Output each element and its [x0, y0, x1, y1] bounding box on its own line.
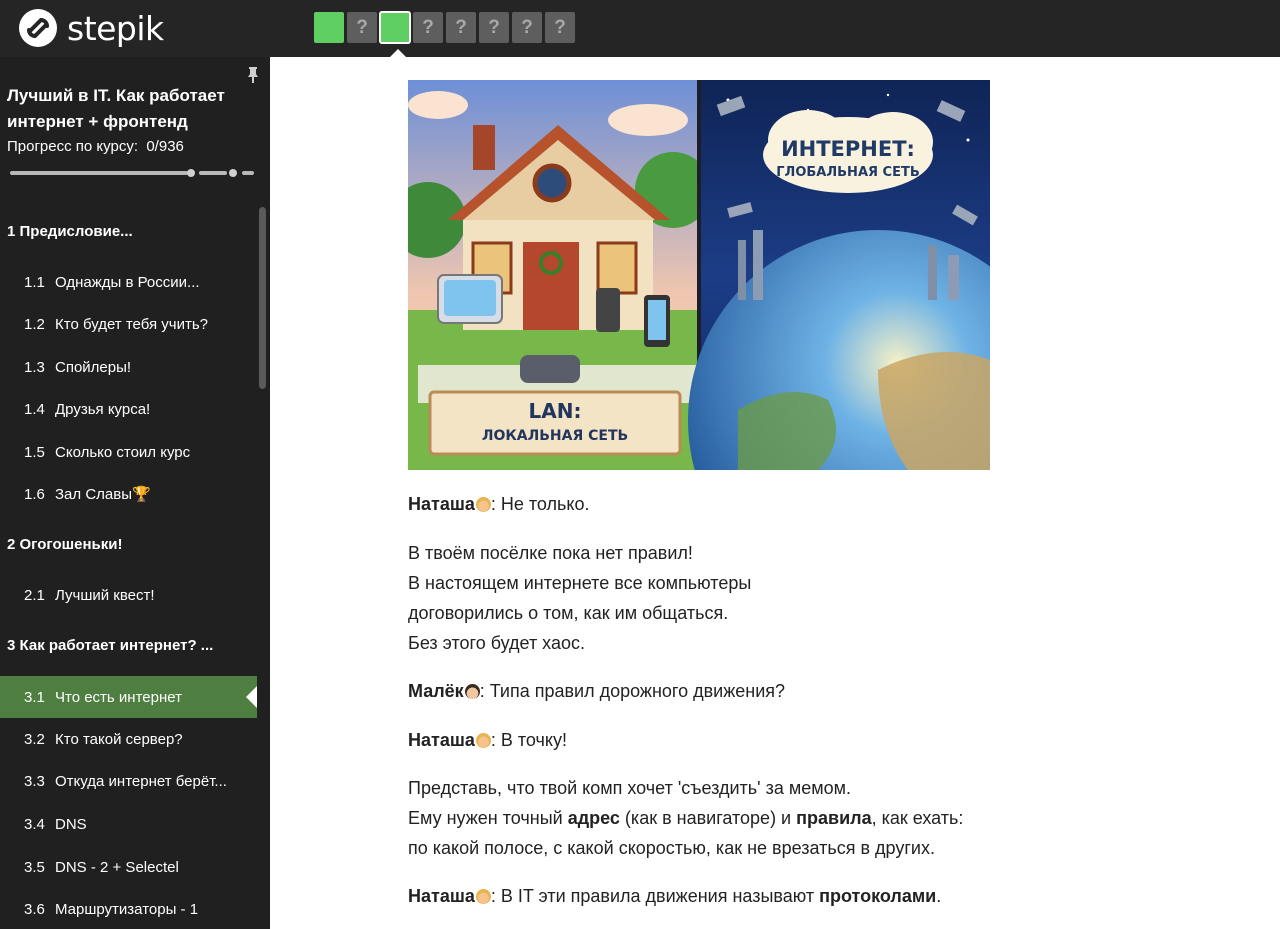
lesson-number: 1.2: [24, 315, 45, 333]
top-bar: stepik ? ? ? ? ? ?: [0, 0, 1280, 57]
lesson-number: 3.2: [24, 730, 45, 748]
lesson-title: Кто будет тебя учить?: [55, 315, 208, 333]
lesson-title: Зал Славы🏆: [55, 486, 151, 503]
lesson-1-2[interactable]: 1.2 Кто будет тебя учить?: [0, 303, 257, 345]
speaker-name: Наташа: [408, 494, 475, 514]
lesson-3-2[interactable]: 3.2 Кто такой сервер?: [0, 718, 257, 760]
dialogue-line-1: Наташа : Не только.: [408, 489, 1048, 519]
paragraph-line: В настоящем интернете все компьютеры: [408, 573, 752, 593]
logo-text: stepik: [67, 8, 164, 48]
girl-emoji-icon: [475, 497, 491, 512]
lesson-number: 3.1: [24, 688, 45, 706]
paragraph-line: Представь, что твой комп хочет 'съездить…: [408, 778, 852, 798]
lesson-title: Лучший квест!: [55, 586, 155, 604]
lesson-title: Что есть интернет: [55, 688, 182, 706]
step-3[interactable]: [379, 11, 411, 44]
lesson-number: 3.6: [24, 900, 45, 918]
lesson-3-4[interactable]: 3.4 DNS: [0, 803, 257, 845]
dialogue-line-3: Наташа : В точку!: [408, 725, 1048, 755]
progress-bar: [10, 169, 254, 177]
lesson-title: Спойлеры!: [55, 358, 132, 376]
lesson-number: 1.6: [24, 485, 45, 503]
step-4[interactable]: ?: [413, 12, 443, 43]
paragraph-line: по какой полосе, с какой скоростью, как …: [408, 838, 935, 858]
section-2[interactable]: 2 Огогошеньки!: [7, 536, 122, 553]
lesson-1-1[interactable]: 1.1 Однажды в России...: [0, 261, 257, 303]
lan-banner-title: LAN:: [529, 399, 582, 423]
speaker-name: Наташа: [408, 730, 475, 750]
dialogue-text: : Типа правил дорожного движения?: [479, 681, 786, 701]
lesson-steps: ? ? ? ? ? ?: [314, 11, 575, 44]
step-1[interactable]: [314, 12, 344, 43]
lesson-title: Друзья курса!: [55, 400, 151, 418]
step-5[interactable]: ?: [446, 12, 476, 43]
boy-emoji-icon: [464, 684, 480, 699]
girl-emoji-icon: [475, 733, 491, 748]
lesson-number: 3.5: [24, 858, 45, 876]
stepik-logo-icon: [19, 9, 57, 47]
step-8[interactable]: ?: [545, 12, 575, 43]
paragraph-meme: Представь, что твой комп хочет 'съездить…: [408, 773, 1048, 863]
speaker-name: Наташа: [408, 886, 475, 906]
lesson-1-5[interactable]: 1.5 Сколько стоил курс: [0, 431, 257, 473]
bold-term: адрес: [567, 808, 620, 828]
lesson-title: Откуда интернет берёт...: [55, 772, 227, 790]
lesson-number: 1.4: [24, 400, 45, 418]
lesson-title: DNS: [55, 815, 87, 833]
sidebar-scrollbar[interactable]: [259, 207, 266, 389]
lesson-3-3[interactable]: 3.3 Откуда интернет берёт...: [0, 760, 257, 802]
bold-term: протоколами: [819, 886, 937, 906]
lesson-1-4[interactable]: 1.4 Друзья курса!: [0, 388, 257, 430]
dialogue-text: : Не только.: [490, 494, 590, 514]
course-progress: Прогресс по курсу: 0/936: [7, 138, 184, 155]
lesson-number: 1.3: [24, 358, 45, 376]
progress-label: Прогресс по курсу:: [7, 138, 138, 155]
pin-icon[interactable]: [246, 66, 260, 84]
course-sidebar: Лучший в IT. Как работает интернет + фро…: [0, 57, 270, 929]
lesson-number: 1.1: [24, 273, 45, 291]
lesson-title: Сколько стоил курс: [55, 443, 191, 461]
lesson-title: Однажды в России...: [55, 273, 200, 291]
lesson-title: Кто такой сервер?: [55, 730, 183, 748]
course-title[interactable]: Лучший в IT. Как работает интернет + фро…: [7, 83, 257, 135]
paragraph-rules: В твоём посёлке пока нет правил! В насто…: [408, 538, 1048, 658]
lesson-number: 3.4: [24, 815, 45, 833]
paragraph-line: Ему нужен точный адрес (как в навигаторе…: [408, 808, 964, 828]
step-2[interactable]: ?: [347, 12, 377, 43]
lesson-3-1[interactable]: 3.1 Что есть интернет: [0, 676, 257, 718]
lesson-title: Маршрутизаторы - 1: [55, 900, 199, 918]
dialogue-text: : В точку!: [490, 730, 567, 750]
lesson-number: 3.3: [24, 772, 45, 790]
lesson-3-5[interactable]: 3.5 DNS - 2 + Selectel: [0, 846, 257, 888]
bold-term: правила: [796, 808, 872, 828]
section-1[interactable]: 1 Предисловие...: [7, 223, 133, 240]
paragraph-line: договорились о том, как им общаться.: [408, 603, 729, 623]
lesson-number: 2.1: [24, 586, 45, 604]
lesson-3-6[interactable]: 3.6 Маршрутизаторы - 1: [0, 888, 257, 929]
current-step-pointer: [390, 49, 406, 57]
dialogue-line-2: Малёк : Типа правил дорожного движения?: [408, 676, 1048, 706]
lesson-content: LAN: ЛОКАЛЬНАЯ СЕТЬ ИНТЕРНЕТ: ГЛОБАЛЬНАЯ…: [270, 57, 1280, 929]
dialogue-line-4: Наташа: В IT эти правила движения называ…: [408, 886, 942, 906]
lan-banner-subtitle: ЛОКАЛЬНАЯ СЕТЬ: [482, 428, 628, 444]
step-6[interactable]: ?: [479, 12, 509, 43]
paragraph-line: Без этого будет хаос.: [408, 633, 586, 653]
lesson-title: DNS - 2 + Selectel: [55, 858, 179, 876]
girl-emoji-icon: [475, 889, 491, 904]
internet-cloud-title: ИНТЕРНЕТ:: [781, 137, 915, 161]
lesson-1-3[interactable]: 1.3 Спойлеры!: [0, 346, 257, 388]
paragraph-line: В твоём посёлке пока нет правил!: [408, 543, 693, 563]
stepik-logo[interactable]: stepik: [18, 7, 164, 49]
progress-value: 0/936: [146, 138, 184, 155]
section-3[interactable]: 3 Как работает интернет? ...: [7, 637, 213, 654]
internet-cloud-subtitle: ГЛОБАЛЬНАЯ СЕТЬ: [776, 165, 919, 180]
lesson-1-6[interactable]: 1.6 Зал Славы🏆: [0, 473, 257, 515]
lesson-number: 1.5: [24, 443, 45, 461]
step-7[interactable]: ?: [512, 12, 542, 43]
lesson-2-1[interactable]: 2.1 Лучший квест!: [0, 574, 257, 616]
lan-vs-internet-illustration: LAN: ЛОКАЛЬНАЯ СЕТЬ ИНТЕРНЕТ: ГЛОБАЛЬНАЯ…: [408, 80, 990, 470]
speaker-name: Малёк: [408, 681, 464, 701]
